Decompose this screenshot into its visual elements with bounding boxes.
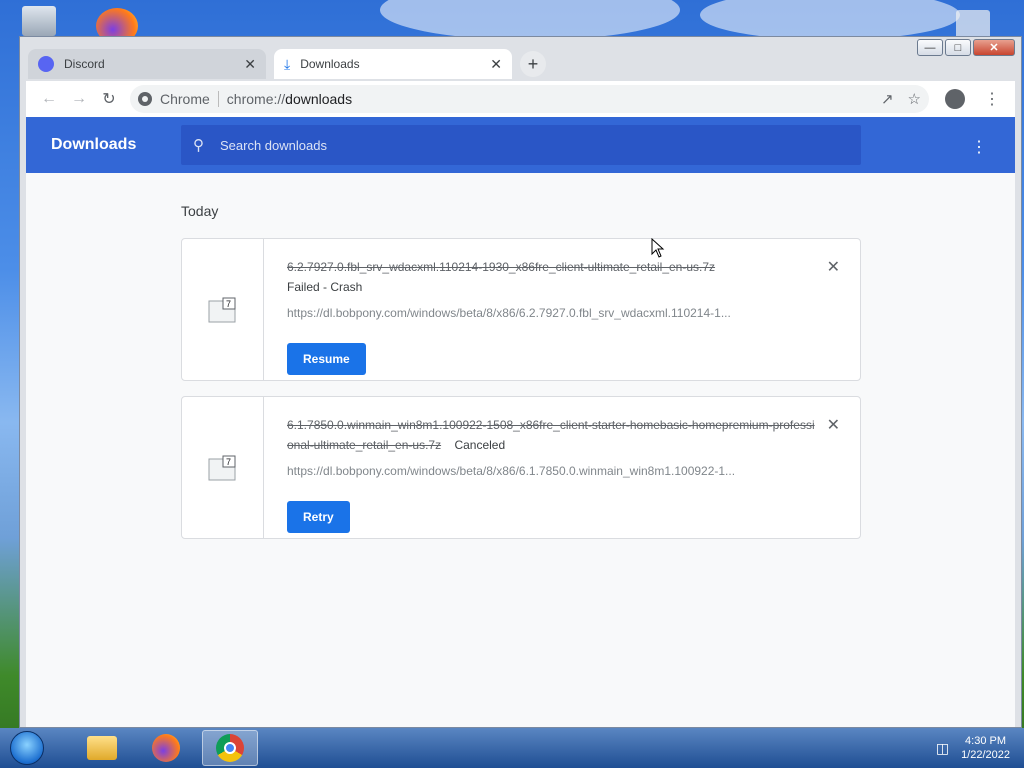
taskbar: ◫ 4:30 PM 1/22/2022 [0, 728, 1024, 768]
new-tab-button[interactable]: + [520, 51, 546, 77]
clock[interactable]: 4:30 PM 1/22/2022 [961, 734, 1010, 762]
download-status: Failed - Crash [287, 280, 363, 294]
taskbar-firefox[interactable] [138, 730, 194, 766]
url-scheme: chrome:// [226, 91, 286, 107]
reload-button[interactable]: ↻ [94, 84, 124, 114]
profile-avatar[interactable] [945, 89, 965, 109]
chrome-icon [138, 92, 152, 106]
site-label: Chrome [160, 91, 210, 107]
tab-close-icon[interactable]: ✕ [244, 56, 256, 73]
address-bar[interactable]: Chrome chrome:// downloads ↗ ☆ [130, 85, 929, 113]
download-item: 7 6.2.7927.0.fbl_srv_wdacxml.110214-1930… [181, 238, 861, 381]
file-icon-column: 7 [182, 239, 264, 380]
file-icon: 7 [208, 297, 235, 322]
forward-button[interactable]: → [64, 84, 94, 114]
clock-time: 4:30 PM [965, 735, 1007, 747]
downloads-page: Downloads ⚲ ⋮ Today 7 6.2.7927.0.fbl_srv… [26, 117, 1015, 727]
file-name-link[interactable]: 6.1.7850.0.winmain_win8m1.100922-1508_x8… [287, 418, 815, 452]
mouse-cursor-icon [651, 238, 665, 258]
firefox-icon [152, 734, 180, 762]
tab-label: Downloads [300, 57, 360, 71]
window-controls: — □ ✕ [917, 39, 1015, 56]
tab-discord[interactable]: Discord ✕ [28, 49, 266, 79]
folder-icon [87, 736, 117, 760]
remove-item-icon[interactable]: ✕ [827, 257, 840, 277]
file-name-link[interactable]: 6.2.7927.0.fbl_srv_wdacxml.110214-1930_x… [287, 257, 820, 277]
tab-downloads[interactable]: ⤓ Downloads ✕ [274, 49, 512, 79]
back-button[interactable]: ← [34, 84, 64, 114]
search-input[interactable] [218, 136, 822, 154]
more-actions-icon[interactable]: ⋮ [971, 137, 987, 157]
divider [217, 91, 219, 107]
file-icon: 7 [208, 455, 235, 480]
search-icon: ⚲ [193, 137, 204, 154]
start-button[interactable] [10, 731, 44, 765]
download-item: 7 6.1.7850.0.winmain_win8m1.100922-1508_… [181, 396, 861, 539]
resume-button[interactable]: Resume [287, 343, 366, 375]
source-url-link[interactable]: https://dl.bobpony.com/windows/beta/8/x8… [287, 461, 787, 481]
downloads-header: Downloads ⚲ ⋮ [26, 117, 1015, 173]
tab-strip: Discord ✕ ⤓ Downloads ✕ + [28, 47, 546, 79]
file-icon-column: 7 [182, 397, 264, 538]
tab-label: Discord [64, 57, 105, 71]
taskbar-chrome[interactable] [202, 730, 258, 766]
svg-text:7: 7 [226, 299, 231, 309]
search-field[interactable]: ⚲ [181, 125, 861, 165]
url-path: downloads [285, 91, 353, 107]
chrome-taskbar-icon [216, 734, 244, 762]
browser-toolbar: ← → ↻ Chrome chrome:// downloads ↗ ☆ ⋮ [26, 81, 1015, 117]
network-icon[interactable]: ◫ [936, 740, 949, 757]
discord-icon [38, 56, 54, 72]
minimize-button[interactable]: — [917, 39, 943, 56]
chrome-window: — □ ✕ Discord ✕ ⤓ Downloads ✕ + ← → ↻ Ch… [19, 36, 1022, 728]
menu-kebab-icon[interactable]: ⋮ [977, 84, 1007, 114]
download-details: 6.1.7850.0.winmain_win8m1.100922-1508_x8… [287, 415, 820, 533]
bookmark-star-icon[interactable]: ☆ [908, 90, 921, 108]
system-tray: ◫ 4:30 PM 1/22/2022 [936, 734, 1010, 762]
retry-button[interactable]: Retry [287, 501, 350, 533]
maximize-button[interactable]: □ [945, 39, 971, 56]
recycle-bin-icon[interactable] [22, 6, 56, 36]
download-status: Canceled [454, 438, 506, 452]
svg-text:7: 7 [226, 457, 231, 467]
clock-date: 1/22/2022 [961, 749, 1010, 761]
omnibox-actions: ↗ ☆ [881, 90, 921, 108]
share-icon[interactable]: ↗ [881, 90, 894, 108]
taskbar-explorer[interactable] [74, 730, 130, 766]
window-close-button[interactable]: ✕ [973, 39, 1015, 56]
tab-close-icon[interactable]: ✕ [490, 56, 502, 73]
source-url-link[interactable]: https://dl.bobpony.com/windows/beta/8/x8… [287, 303, 787, 323]
download-icon: ⤓ [284, 55, 291, 72]
desktop-cloud [380, 0, 680, 40]
page-title: Downloads [51, 136, 137, 153]
file-name-row: 6.1.7850.0.winmain_win8m1.100922-1508_x8… [287, 415, 820, 455]
remove-item-icon[interactable]: ✕ [827, 415, 840, 435]
desktop-cloud [700, 0, 960, 40]
download-details: 6.2.7927.0.fbl_srv_wdacxml.110214-1930_x… [287, 257, 820, 375]
date-section-label: Today [181, 203, 219, 219]
